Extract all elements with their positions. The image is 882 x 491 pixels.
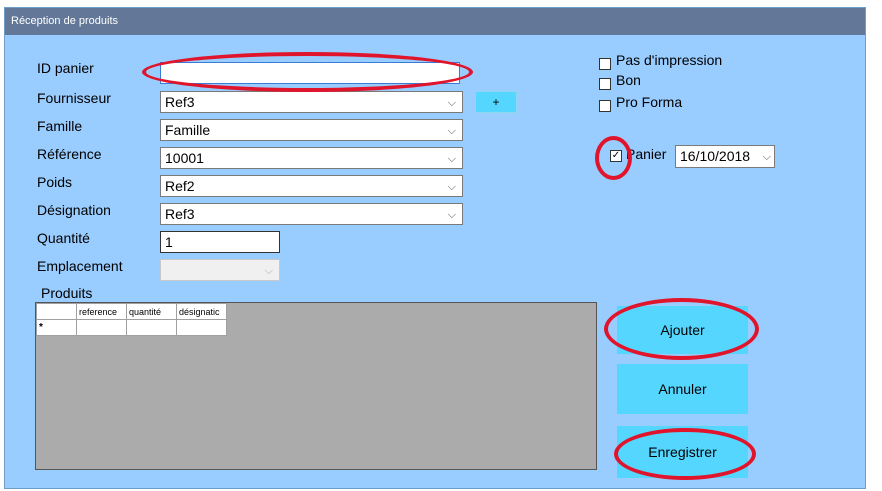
chevron-down-icon: ⌵ — [447, 125, 456, 137]
fournisseur-label: Fournisseur — [37, 90, 111, 106]
column-header-reference[interactable]: reference — [76, 303, 127, 320]
chevron-down-icon: ⌵ — [447, 181, 456, 193]
panier-label: Panier — [626, 146, 667, 162]
chevron-down-icon: ⌵ — [264, 265, 273, 277]
reference-value: 10001 — [165, 150, 204, 166]
designation-label: Désignation — [37, 202, 111, 218]
emplacement-label: Emplacement — [37, 258, 123, 274]
add-fournisseur-button[interactable]: + — [475, 91, 517, 113]
pro-forma-label: Pro Forma — [616, 94, 683, 110]
poids-value: Ref2 — [165, 178, 195, 194]
pas-impression-label: Pas d'impression — [616, 52, 723, 68]
quantite-input[interactable]: 1 — [160, 231, 280, 253]
chevron-down-icon: ⌵ — [447, 97, 456, 109]
reference-label: Référence — [37, 146, 102, 162]
table-row: * — [36, 319, 227, 336]
table-cell[interactable] — [126, 319, 177, 336]
products-grid[interactable]: reference quantité désignatic * — [35, 302, 597, 470]
id-panier-label: ID panier — [37, 60, 94, 76]
panier-date-value: 16/10/2018 — [680, 148, 751, 164]
table-header-row: reference quantité désignatic — [36, 303, 227, 320]
column-header-designation[interactable]: désignatic — [176, 303, 227, 320]
table-cell[interactable] — [176, 319, 227, 336]
bon-label: Bon — [616, 72, 641, 88]
pas-impression-checkbox[interactable] — [599, 58, 611, 70]
produits-label: Produits — [41, 285, 93, 301]
fournisseur-value: Ref3 — [165, 94, 195, 110]
panier-checkbox[interactable]: ✓ — [610, 150, 622, 162]
window-title: Réception de produits — [5, 8, 865, 35]
famille-label: Famille — [37, 118, 83, 134]
annuler-button[interactable]: Annuler — [617, 364, 748, 414]
id-panier-input[interactable] — [160, 62, 460, 84]
quantite-label: Quantité — [37, 230, 90, 246]
famille-select[interactable]: Famille ⌵ — [160, 119, 463, 141]
famille-value: Famille — [165, 122, 211, 138]
fournisseur-select[interactable]: Ref3 ⌵ — [160, 91, 463, 113]
designation-value: Ref3 — [165, 206, 195, 222]
bon-checkbox[interactable] — [599, 78, 611, 90]
chevron-down-icon: ⌵ — [762, 151, 771, 163]
emplacement-select: ⌵ — [160, 259, 280, 281]
poids-label: Poids — [37, 174, 73, 190]
reference-select[interactable]: 10001 ⌵ — [160, 147, 463, 169]
designation-select[interactable]: Ref3 ⌵ — [160, 203, 463, 225]
chevron-down-icon: ⌵ — [447, 209, 456, 221]
ajouter-button[interactable]: Ajouter — [617, 306, 748, 354]
pro-forma-checkbox[interactable] — [599, 100, 611, 112]
panier-date-picker[interactable]: 16/10/2018 ⌵ — [675, 145, 775, 168]
table-cell[interactable] — [76, 319, 127, 336]
reception-window: Réception de produits ID panier Fourniss… — [4, 7, 866, 489]
enregistrer-button[interactable]: Enregistrer — [617, 426, 748, 478]
row-header-corner — [36, 303, 77, 320]
column-header-quantite[interactable]: quantité — [126, 303, 177, 320]
new-row-marker: * — [36, 319, 77, 336]
poids-select[interactable]: Ref2 ⌵ — [160, 175, 463, 197]
chevron-down-icon: ⌵ — [447, 153, 456, 165]
check-icon: ✓ — [611, 150, 621, 161]
products-table: reference quantité désignatic * — [36, 303, 227, 336]
